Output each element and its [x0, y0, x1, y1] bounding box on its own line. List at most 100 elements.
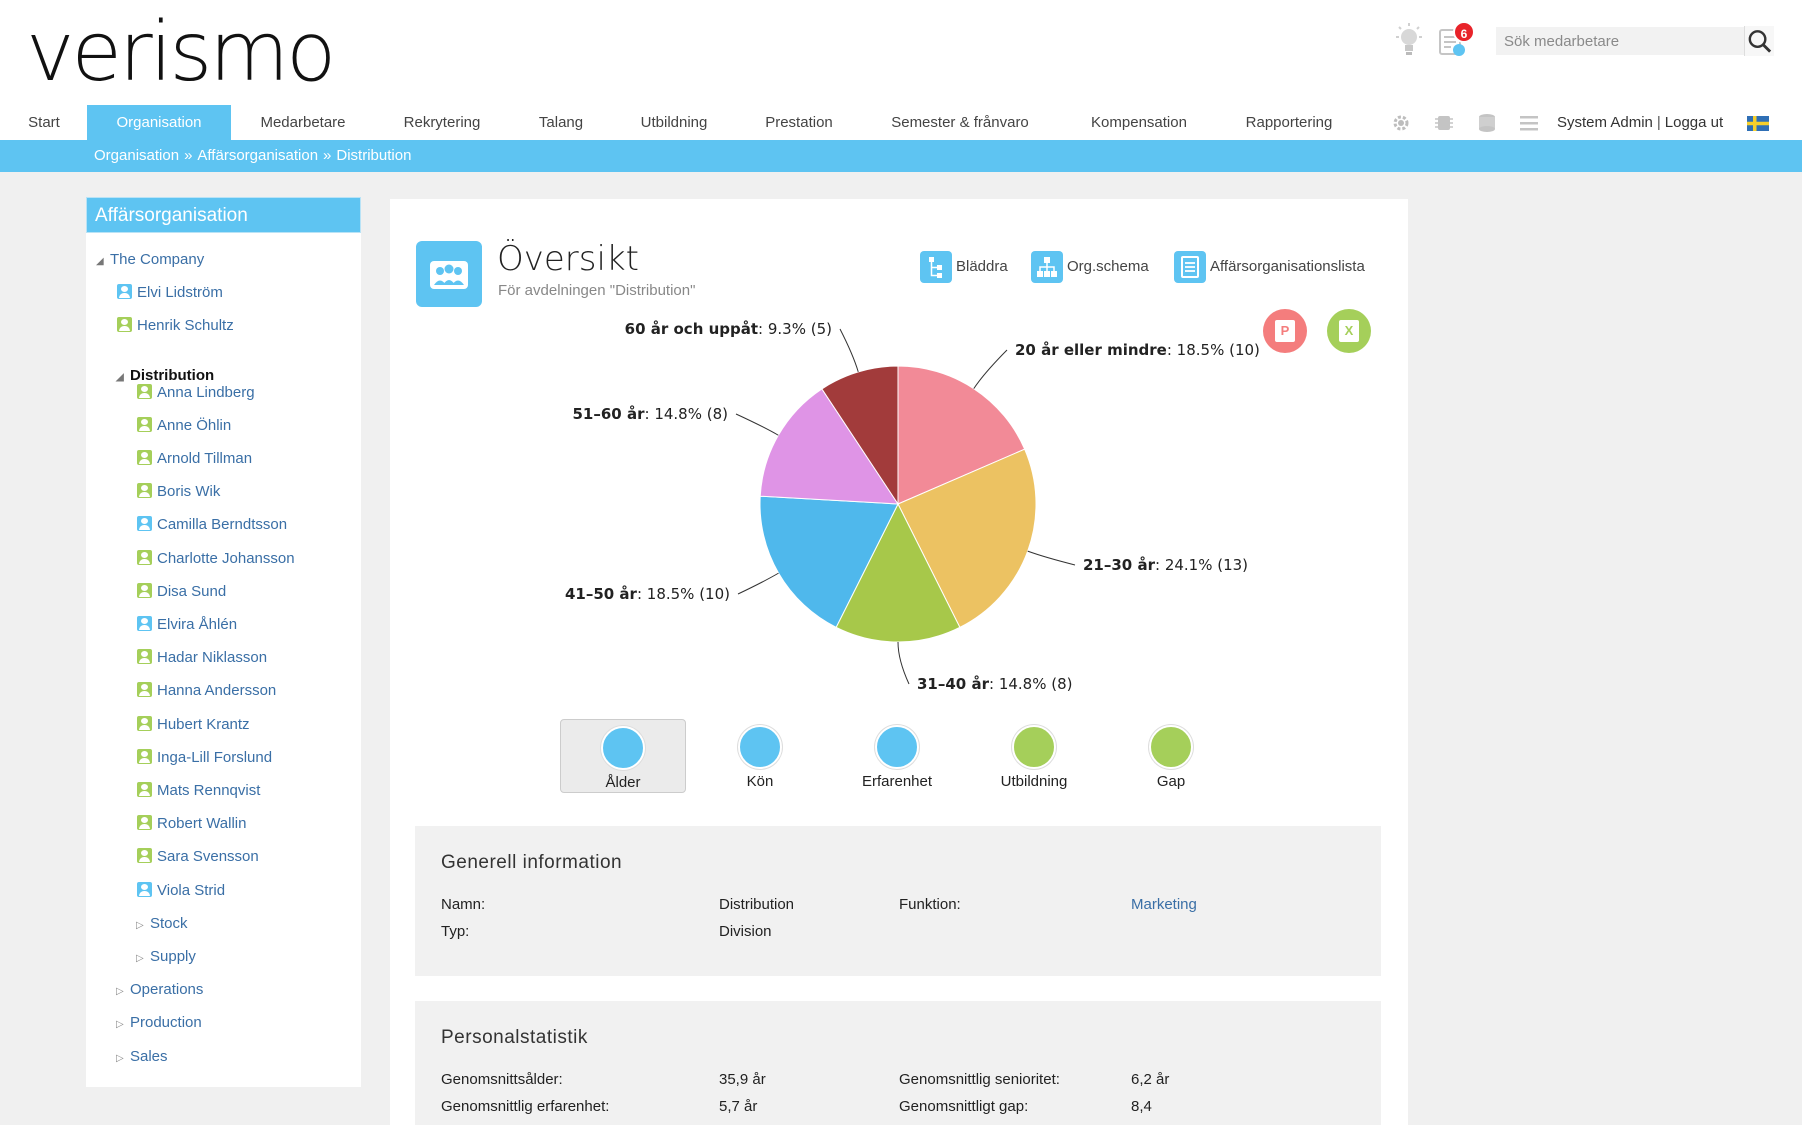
tree-item-person[interactable]: Disa Sund [137, 575, 226, 608]
lightbulb-icon[interactable] [1393, 22, 1425, 58]
pie-leader-line [839, 328, 859, 372]
tree-item-label: Production [130, 1014, 202, 1032]
tree-item-label: Elvira Åhlén [157, 616, 238, 633]
tree-item-person[interactable]: Sara Svensson [137, 840, 259, 873]
nav-talang[interactable]: Talang [525, 105, 597, 140]
tree-item-person[interactable]: Mats Rennqvist [137, 774, 260, 807]
main-nav: Start Organisation Medarbetare Rekryteri… [0, 105, 1802, 140]
search-icon[interactable] [1744, 26, 1774, 56]
general-info-title: Generell information [441, 852, 623, 873]
expand-arrow-icon[interactable]: ▷ [116, 1008, 130, 1041]
pie-slice-label: 41–50 år: 18.5% (10) [565, 585, 730, 603]
tab-icon [1012, 725, 1056, 769]
tab-icon [601, 726, 645, 770]
tree-item-person[interactable]: Arnold Tillman [137, 442, 252, 475]
tree-item-person[interactable]: Boris Wik [137, 475, 220, 508]
nav-organisation[interactable]: Organisation [87, 105, 231, 140]
tree-item-unit[interactable]: ▷ Sales [116, 1040, 168, 1073]
menu-icon[interactable] [1518, 113, 1540, 133]
swedish-flag-icon[interactable] [1747, 116, 1769, 131]
nav-kompensation[interactable]: Kompensation [1080, 105, 1198, 140]
tab-icon [738, 725, 782, 769]
function-link[interactable]: Marketing [1131, 896, 1197, 913]
tab-k-n[interactable]: Kön [697, 719, 823, 793]
expand-arrow-icon[interactable]: ▷ [116, 1042, 130, 1075]
notification-badge[interactable]: 6 [1453, 21, 1475, 43]
nav-prestation[interactable]: Prestation [752, 105, 846, 140]
avg-experience-label: Genomsnittlig erfarenhet: [441, 1098, 610, 1115]
name-value: Distribution [719, 896, 795, 913]
tree-item-person[interactable]: Hubert Krantz [137, 708, 250, 741]
breadcrumb-distribution[interactable]: Distribution [336, 147, 411, 164]
tree-item-person[interactable]: Elvira Åhlén [137, 608, 237, 641]
top-bar: verismo 6 [0, 0, 1802, 105]
tab-icon [875, 725, 919, 769]
tab-gap[interactable]: Gap [1108, 719, 1234, 793]
user-name[interactable]: System Admin [1557, 114, 1653, 131]
pie-slice-label: 51–60 år: 14.8% (8) [573, 405, 729, 423]
avg-seniority-label: Genomsnittlig senioritet: [899, 1071, 1060, 1088]
tree-item-person[interactable]: Henrik Schultz [117, 309, 234, 342]
tree-item-unit[interactable]: ▷ Production [116, 1006, 202, 1039]
age-pie-chart: 20 år eller mindre: 18.5% (10) 21–30 år: … [565, 320, 1260, 693]
expand-arrow-icon[interactable]: ▷ [136, 909, 150, 942]
person-icon [117, 317, 132, 333]
pie-leader-line [1027, 550, 1076, 566]
tree-item-person[interactable]: Viola Strid [137, 874, 225, 907]
tree-item-unit[interactable]: ▷ Operations [116, 973, 203, 1006]
tree-item-person[interactable]: Hanna Andersson [137, 674, 276, 707]
tree-item-label: Sara Svensson [157, 848, 259, 866]
tree-item-label: Disa Sund [157, 582, 227, 600]
nav-utbildning[interactable]: Utbildning [629, 105, 719, 140]
nav-medarbetare[interactable]: Medarbetare [247, 105, 359, 140]
logout-link[interactable]: Logga ut [1665, 114, 1723, 131]
tree-item-label: Supply [150, 948, 196, 965]
tree-item-person[interactable]: Hadar Niklasson [137, 641, 267, 674]
tree-item-unit[interactable]: ▷ Supply [136, 940, 196, 973]
tree-item-person[interactable]: Inga-Lill Forslund [137, 741, 272, 774]
expand-arrow-icon[interactable]: ▷ [136, 942, 150, 975]
sidebar-title: Affärsorganisation [86, 197, 361, 233]
person-icon [117, 284, 132, 299]
pie-slice-label: 21–30 år: 24.1% (13) [1083, 556, 1248, 574]
tab-label: Ålder [605, 774, 641, 791]
breadcrumb-organisation[interactable]: Organisation [94, 147, 179, 164]
person-icon [137, 483, 152, 499]
expand-arrow-icon[interactable]: ▷ [116, 975, 130, 1008]
nav-semester-franvaro[interactable]: Semester & frånvaro [880, 105, 1040, 140]
tree-item-person[interactable]: Anne Öhlin [137, 409, 231, 442]
search-input[interactable] [1496, 27, 1744, 55]
avg-seniority-value: 6,2 år [1131, 1071, 1170, 1088]
tree-item-person[interactable]: Charlotte Johansson [137, 542, 295, 575]
person-icon [137, 649, 152, 665]
function-label: Funktion: [899, 896, 961, 913]
avg-experience-value: 5,7 år [719, 1098, 758, 1115]
pie-slice-label: 20 år eller mindre: 18.5% (10) [1015, 341, 1260, 359]
person-icon [137, 881, 152, 897]
tree-item-label: Boris Wik [157, 483, 221, 501]
breadcrumb-affarsorganisation[interactable]: Affärsorganisation [197, 147, 318, 164]
tree-item-unit[interactable]: ▷ Stock [136, 907, 188, 940]
tree-item-root[interactable]: ◢ The Company [96, 243, 204, 276]
collapse-arrow-icon[interactable]: ◢ [116, 361, 130, 394]
nav-rapportering[interactable]: Rapportering [1236, 105, 1342, 140]
tree-item-label: Operations [130, 981, 204, 999]
tree-item-person[interactable]: Robert Wallin [137, 807, 246, 840]
gear-icon[interactable] [1390, 113, 1412, 133]
tree-item-person[interactable]: Camilla Berndtsson [137, 508, 287, 541]
nav-start[interactable]: Start [16, 105, 72, 140]
tree-item-label: Sales [130, 1047, 168, 1065]
tree-item-label: Hanna Andersson [157, 682, 277, 700]
tab--lder[interactable]: Ålder [560, 719, 686, 793]
chip-icon[interactable] [1433, 113, 1455, 133]
tree-item-label: Robert Wallin [157, 815, 247, 833]
tab-erfarenhet[interactable]: Erfarenhet [834, 719, 960, 793]
nav-rekrytering[interactable]: Rekrytering [392, 105, 492, 140]
tree-item-person[interactable]: Anna Lindberg [137, 376, 255, 409]
tree-item-person[interactable]: Elvi Lidström [117, 276, 223, 309]
logo[interactable]: verismo [26, 8, 336, 98]
database-icon[interactable] [1476, 113, 1498, 133]
tab-utbildning[interactable]: Utbildning [971, 719, 1097, 793]
collapse-arrow-icon[interactable]: ◢ [96, 245, 110, 278]
avg-age-value: 35,9 år [719, 1071, 766, 1088]
